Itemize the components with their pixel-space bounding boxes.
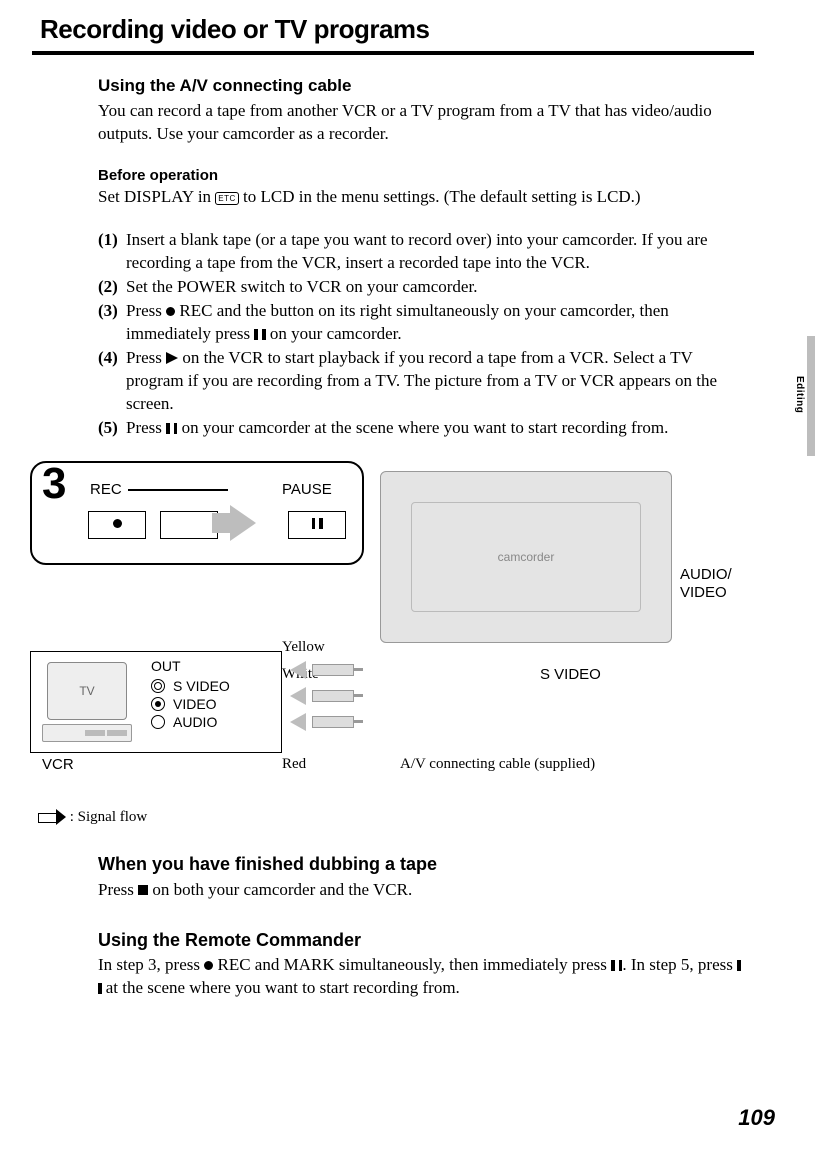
pause-icon	[254, 324, 265, 343]
cable-plugs	[290, 661, 410, 739]
camcorder-illustration: camcorder	[380, 471, 670, 641]
tv-illustration: TV	[47, 662, 127, 720]
rec-icon	[204, 961, 213, 970]
plug-icon	[312, 716, 354, 728]
section-av-cable-text: You can record a tape from another VCR o…	[98, 100, 745, 146]
label-video: VIDEO	[173, 696, 217, 712]
label-out: OUT	[151, 658, 273, 674]
section-finish-text: Press on both your camcorder and the VCR…	[98, 879, 745, 902]
plug-icon	[312, 664, 354, 676]
step-3: (3) Press REC and the button on its righ…	[98, 300, 745, 346]
rec-button[interactable]	[88, 511, 146, 539]
side-tab: Editing	[793, 336, 815, 456]
video-jack-icon	[151, 697, 165, 711]
blank-button[interactable]	[160, 511, 218, 539]
before-operation-text: Set DISPLAY in ETC to LCD in the menu se…	[98, 186, 745, 209]
rec-label: REC	[90, 481, 122, 498]
pause-icon	[166, 418, 177, 437]
steps-list: (1) Insert a blank tape (or a tape you w…	[98, 229, 745, 439]
rec-icon	[113, 519, 122, 528]
step-1: (1) Insert a blank tape (or a tape you w…	[98, 229, 745, 275]
audio-jack-icon	[151, 715, 165, 729]
pause-label: PAUSE	[282, 481, 332, 498]
section-remote-text: In step 3, press REC and MARK simultaneo…	[98, 954, 745, 1000]
before-operation-heading: Before operation	[98, 166, 745, 186]
etc-icon: ETC	[215, 192, 239, 205]
section-finish-heading: When you have finished dubbing a tape	[98, 852, 745, 876]
section-av-cable-heading: Using the A/V connecting cable	[98, 75, 745, 98]
title-underline	[32, 51, 754, 55]
side-tab-label: Editing	[794, 376, 805, 413]
plug-icon	[312, 690, 354, 702]
label-red: Red	[282, 756, 306, 773]
step3-number: 3	[42, 459, 66, 509]
rec-icon	[166, 307, 175, 316]
step-4: (4) Press on the VCR to start playback i…	[98, 347, 745, 416]
label-svideo-cam: S VIDEO	[540, 666, 601, 683]
label-svideo: S VIDEO	[173, 678, 230, 694]
signal-arrow-icon	[290, 661, 306, 679]
page-number: 109	[738, 1105, 775, 1131]
step-5: (5) Press on your camcorder at the scene…	[98, 417, 745, 440]
signal-flow-icon	[38, 811, 66, 823]
play-icon	[166, 352, 178, 364]
stop-icon	[138, 885, 148, 895]
label-audio-video: AUDIO/ VIDEO	[680, 566, 732, 602]
page-title: Recording video or TV programs	[40, 0, 775, 51]
vcr-box: TV OUT S VIDEO VIDEO AUDIO	[30, 651, 282, 753]
rec-pause-panel: 3 REC PAUSE	[30, 461, 364, 565]
pause-button[interactable]	[288, 511, 346, 539]
diagram: 3 REC PAUSE camcorder AUDIO/ VIDEO S VID…	[0, 461, 740, 801]
signal-arrow-icon	[290, 687, 306, 705]
label-av-cable: A/V connecting cable (supplied)	[400, 756, 595, 773]
signal-flow-legend: : Signal flow	[38, 809, 775, 826]
arrow-icon	[230, 505, 256, 541]
section-remote-heading: Using the Remote Commander	[98, 928, 745, 952]
pause-icon	[611, 955, 622, 974]
vcr-illustration	[42, 724, 132, 742]
svideo-jack-icon	[151, 679, 165, 693]
signal-arrow-icon	[290, 713, 306, 731]
label-audio: AUDIO	[173, 714, 217, 730]
step-2: (2) Set the POWER switch to VCR on your …	[98, 276, 745, 299]
label-yellow: Yellow	[282, 639, 325, 656]
label-vcr: VCR	[42, 756, 74, 773]
